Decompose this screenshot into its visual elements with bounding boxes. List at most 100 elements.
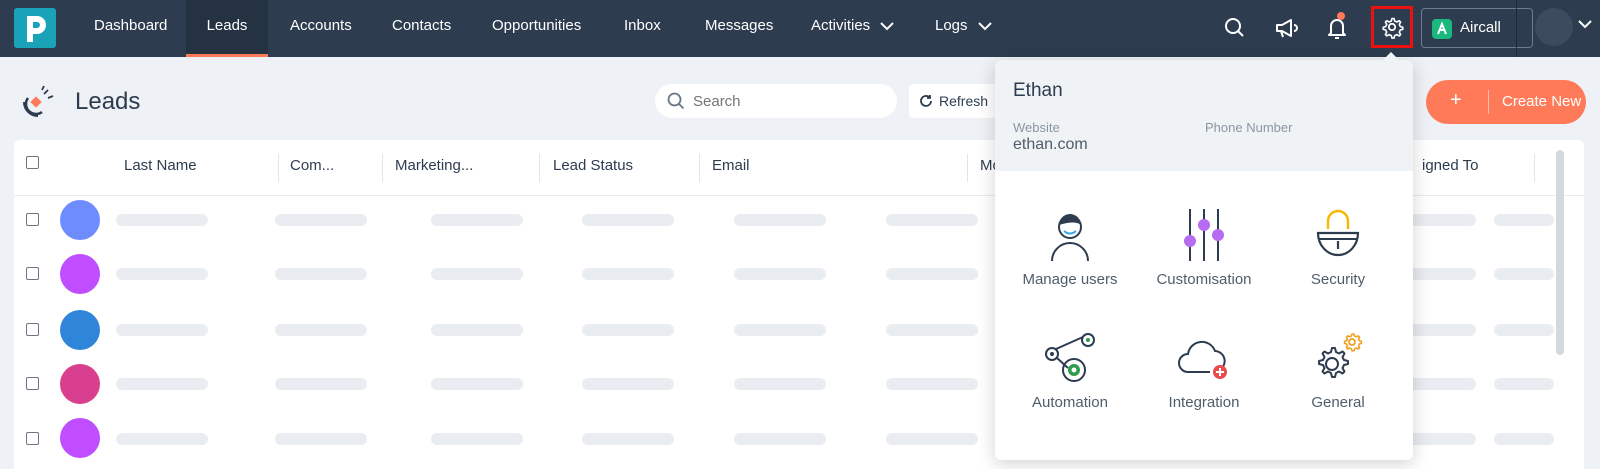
nav-inbox-label: Inbox (624, 17, 661, 34)
settings-tile-integration[interactable]: Integration (1139, 328, 1269, 428)
plus-icon: + (1450, 89, 1462, 111)
column-divider (1534, 154, 1535, 182)
nav-divider (1516, 0, 1517, 57)
settings-tile-automation[interactable]: Automation (1005, 328, 1135, 428)
lock-icon (1316, 209, 1360, 257)
loading-placeholder (431, 324, 523, 336)
nav-contacts[interactable]: Contacts (392, 0, 451, 57)
nav-logs-label: Logs (935, 17, 968, 34)
nav-activities[interactable]: Activities (811, 0, 894, 57)
column-assigned-to[interactable]: igned To (1422, 157, 1478, 174)
loading-placeholder (886, 214, 978, 226)
loading-placeholder (275, 214, 367, 226)
loading-placeholder (275, 378, 367, 390)
loading-placeholder (886, 378, 978, 390)
tile-label: Manage users (1022, 271, 1118, 288)
column-lead-status[interactable]: Lead Status (553, 157, 633, 174)
column-divider (699, 154, 700, 182)
create-new-button[interactable]: + Create New (1426, 80, 1586, 124)
nav-accounts-label: Accounts (290, 17, 352, 34)
column-marketing[interactable]: Marketing... (395, 157, 473, 174)
loading-placeholder (886, 268, 978, 280)
nav-logs[interactable]: Logs (935, 0, 992, 57)
nav-opportunities[interactable]: Opportunities (492, 0, 581, 57)
nav-opportunities-label: Opportunities (492, 17, 582, 34)
row-avatar (60, 364, 100, 404)
loading-placeholder (1494, 214, 1554, 226)
tile-label: General (1311, 394, 1365, 411)
refresh-icon (920, 95, 932, 107)
notification-dot (1337, 12, 1345, 20)
settings-tile-general[interactable]: General (1273, 328, 1403, 428)
megaphone-icon[interactable] (1272, 14, 1300, 42)
loading-placeholder (431, 268, 523, 280)
loading-placeholder (116, 433, 208, 445)
refresh-button[interactable]: Refresh (909, 84, 1005, 118)
loading-placeholder (886, 433, 978, 445)
tile-label: Integration (1168, 394, 1240, 411)
loading-placeholder (116, 214, 208, 226)
column-divider (539, 154, 540, 182)
user-avatar[interactable] (1535, 8, 1573, 46)
column-divider (967, 154, 968, 182)
loading-placeholder (431, 433, 523, 445)
leads-magnet-icon (23, 85, 54, 117)
column-email[interactable]: Email (712, 157, 750, 174)
settings-tile-security[interactable]: Security (1273, 205, 1403, 305)
loading-placeholder (582, 433, 674, 445)
settings-profile-header: Ethan Website Phone Number ethan.com (995, 60, 1413, 171)
gear-icon (1382, 17, 1404, 39)
tile-label: Security (1310, 271, 1366, 288)
nav-leads[interactable]: Leads (186, 0, 268, 57)
gears-icon (1318, 333, 1363, 378)
search-icon[interactable] (1221, 14, 1249, 42)
logo-icon (27, 16, 46, 42)
loading-placeholder (734, 268, 826, 280)
nav-messages[interactable]: Messages (705, 0, 773, 57)
nav-dashboard[interactable]: Dashboard (94, 0, 167, 57)
search-input[interactable] (693, 90, 883, 112)
loading-placeholder (582, 214, 674, 226)
loading-placeholder (734, 214, 826, 226)
settings-tile-customisation[interactable]: Customisation (1139, 205, 1269, 305)
aircall-logo-icon (1432, 19, 1452, 39)
column-divider (382, 154, 383, 182)
row-checkbox[interactable] (26, 213, 39, 226)
loading-placeholder (116, 268, 208, 280)
settings-dropdown: Ethan Website Phone Number ethan.com Man… (995, 60, 1413, 460)
chevron-down-icon[interactable] (1578, 20, 1592, 29)
settings-gear-button[interactable] (1371, 6, 1413, 48)
column-divider (278, 154, 279, 182)
loading-placeholder (734, 324, 826, 336)
row-checkbox[interactable] (26, 377, 39, 390)
loading-placeholder (1494, 378, 1554, 390)
leads-search-box[interactable] (655, 84, 897, 118)
app-logo[interactable] (14, 8, 56, 48)
nav-accounts[interactable]: Accounts (290, 0, 352, 57)
nav-messages-label: Messages (705, 17, 774, 34)
sliders-icon (1184, 209, 1224, 261)
loading-placeholder (734, 378, 826, 390)
profile-name: Ethan (1013, 80, 1063, 101)
nav-dashboard-label: Dashboard (94, 17, 168, 34)
select-all-checkbox[interactable] (26, 156, 39, 169)
nav-inbox[interactable]: Inbox (624, 0, 661, 57)
vertical-scrollbar[interactable] (1556, 150, 1564, 355)
chevron-down-icon (977, 21, 992, 30)
loading-placeholder (1494, 433, 1554, 445)
row-checkbox[interactable] (26, 323, 39, 336)
loading-placeholder (734, 433, 826, 445)
loading-placeholder (116, 324, 208, 336)
row-checkbox[interactable] (26, 267, 39, 280)
row-checkbox[interactable] (26, 432, 39, 445)
aircall-label: Aircall (1460, 19, 1501, 36)
loading-placeholder (582, 378, 674, 390)
user-icon (1051, 214, 1089, 262)
column-company[interactable]: Com... (290, 157, 334, 174)
phone-number-label: Phone Number (1205, 120, 1293, 135)
dropdown-caret (1383, 52, 1399, 60)
loading-placeholder (431, 214, 523, 226)
column-last-name[interactable]: Last Name (124, 157, 197, 174)
settings-tile-manage-users[interactable]: Manage users (1005, 205, 1135, 305)
cloud-plus-icon (1178, 340, 1227, 379)
